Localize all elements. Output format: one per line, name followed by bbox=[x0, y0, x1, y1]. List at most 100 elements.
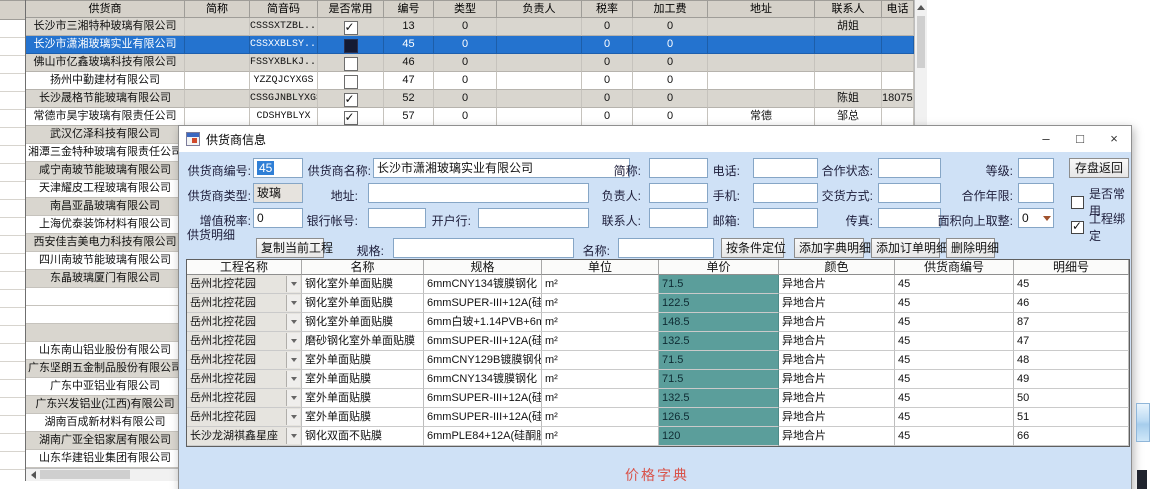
list-item[interactable]: 南昌亚晶玻璃有限公司 bbox=[26, 198, 185, 216]
list-item[interactable] bbox=[26, 324, 185, 342]
common-checkbox[interactable] bbox=[344, 75, 358, 89]
add-order-detail-button[interactable]: 添加订单明细 bbox=[871, 238, 940, 258]
list-item[interactable]: 山东华建铝业集团有限公司 bbox=[26, 450, 185, 468]
detail-cell[interactable]: 45 bbox=[895, 427, 1014, 446]
vertical-scroll-thumb[interactable] bbox=[917, 16, 925, 68]
list-item[interactable]: 武汉亿泽科技有限公司 bbox=[26, 126, 185, 144]
detail-cell[interactable]: 120 bbox=[659, 427, 779, 446]
horizontal-scroll-thumb[interactable] bbox=[40, 470, 130, 479]
chevron-down-icon[interactable] bbox=[286, 314, 300, 330]
detail-cell[interactable]: 6mmPLE84+12A(硅酮胶... bbox=[424, 427, 542, 446]
list-item[interactable]: 上海优泰装饰材料有限公司 bbox=[26, 216, 185, 234]
project-bind-checkbox[interactable] bbox=[1071, 221, 1084, 234]
detail-cell[interactable]: m² bbox=[542, 427, 659, 446]
list-item[interactable]: 广东中亚铝业有限公司 bbox=[26, 378, 185, 396]
detail-cell[interactable]: 室外单面贴膜 bbox=[302, 351, 424, 370]
detail-cell[interactable]: 钢化双面不贴膜 bbox=[302, 427, 424, 446]
chevron-down-icon[interactable] bbox=[286, 371, 300, 387]
minimize-button[interactable]: – bbox=[1029, 127, 1063, 151]
detail-cell[interactable]: m² bbox=[542, 313, 659, 332]
grid-column-header[interactable]: 类型 bbox=[434, 0, 497, 18]
grid-column-header[interactable]: 简称 bbox=[185, 0, 250, 18]
table-row[interactable]: 岳州北控花园钢化室外单面贴膜6mmCNY134镀膜钢化m²71.5异地合片454… bbox=[187, 275, 1129, 294]
manager-field[interactable] bbox=[649, 183, 708, 203]
detail-cell[interactable]: 异地合片 bbox=[779, 294, 895, 313]
detail-cell[interactable]: 45 bbox=[895, 332, 1014, 351]
list-item[interactable] bbox=[26, 306, 185, 324]
detail-cell[interactable]: 异地合片 bbox=[779, 275, 895, 294]
project-combobox[interactable]: 岳州北控花园 bbox=[187, 313, 302, 332]
table-row[interactable]: 岳州北控花园钢化室外单面贴膜6mmSUPER-III+12A(硅...m²122… bbox=[187, 294, 1129, 313]
detail-cell[interactable]: 6mmCNY134镀膜钢化 bbox=[424, 275, 542, 294]
list-item[interactable]: 天津耀皮工程玻璃有限公司 bbox=[26, 180, 185, 198]
detail-cell[interactable]: 异地合片 bbox=[779, 370, 895, 389]
detail-cell[interactable]: 6mmCNY134镀膜钢化 bbox=[424, 370, 542, 389]
detail-cell[interactable]: 45 bbox=[895, 408, 1014, 427]
table-row[interactable]: 常德市昊宇玻璃有限责任公司CDSHYBLYX57000常德邹总 bbox=[26, 108, 914, 126]
table-row[interactable]: 岳州北控花园室外单面贴膜6mmSUPER-III+12A(硅...m²132.5… bbox=[187, 389, 1129, 408]
detail-cell[interactable]: 异地合片 bbox=[779, 408, 895, 427]
grid-column-header[interactable]: 供货商 bbox=[26, 0, 185, 18]
table-row[interactable]: 佛山市亿鑫玻璃科技有限公司FSSYXBLKJ...46000 bbox=[26, 54, 914, 72]
detail-cell[interactable]: m² bbox=[542, 389, 659, 408]
detail-cell[interactable]: 6mmSUPER-III+12A(硅... bbox=[424, 389, 542, 408]
detail-cell[interactable]: 异地合片 bbox=[779, 332, 895, 351]
scroll-up-icon[interactable] bbox=[915, 0, 927, 14]
chevron-down-icon[interactable] bbox=[286, 276, 300, 292]
list-item[interactable]: 四川南玻节能玻璃有限公司 bbox=[26, 252, 185, 270]
project-combobox[interactable]: 岳州北控花园 bbox=[187, 389, 302, 408]
address-field[interactable] bbox=[368, 183, 589, 203]
detail-column-header[interactable]: 单位 bbox=[542, 260, 659, 275]
common-checkbox[interactable] bbox=[344, 111, 358, 125]
list-item[interactable]: 咸宁南玻节能玻璃有限公司 bbox=[26, 162, 185, 180]
list-item[interactable]: 湖南广亚全铝家居有限公司 bbox=[26, 432, 185, 450]
project-combobox[interactable]: 岳州北控花园 bbox=[187, 351, 302, 370]
detail-cell[interactable]: 46 bbox=[1014, 294, 1129, 313]
project-combobox[interactable]: 岳州北控花园 bbox=[187, 294, 302, 313]
detail-cell[interactable]: 132.5 bbox=[659, 332, 779, 351]
detail-column-header[interactable]: 工程名称 bbox=[187, 260, 302, 275]
project-combobox[interactable]: 岳州北控花园 bbox=[187, 332, 302, 351]
detail-cell[interactable]: m² bbox=[542, 294, 659, 313]
detail-cell[interactable]: 71.5 bbox=[659, 351, 779, 370]
detail-cell[interactable]: 室外单面贴膜 bbox=[302, 370, 424, 389]
table-row[interactable]: 岳州北控花园室外单面贴膜6mmCNY129B镀膜钢化m²71.5异地合片4548 bbox=[187, 351, 1129, 370]
detail-cell[interactable]: 异地合片 bbox=[779, 313, 895, 332]
detail-cell[interactable]: 45 bbox=[1014, 275, 1129, 294]
common-checkbox[interactable] bbox=[344, 57, 358, 71]
list-item[interactable]: 湖南百成新材料有限公司 bbox=[26, 414, 185, 432]
detail-cell[interactable]: 异地合片 bbox=[779, 427, 895, 446]
detail-cell[interactable]: 50 bbox=[1014, 389, 1129, 408]
detail-column-header[interactable]: 明细号 bbox=[1014, 260, 1129, 275]
spec-filter-input[interactable] bbox=[393, 238, 574, 258]
list-item[interactable]: 东晶玻璃厦门有限公司 bbox=[26, 270, 185, 288]
detail-cell[interactable]: 6mmSUPER-III+12A(硅... bbox=[424, 294, 542, 313]
round-up-combobox[interactable]: 0 bbox=[1018, 208, 1054, 228]
grid-column-header[interactable]: 是否常用 bbox=[318, 0, 384, 18]
name-filter-input[interactable] bbox=[618, 238, 714, 258]
detail-cell[interactable]: 47 bbox=[1014, 332, 1129, 351]
chevron-down-icon[interactable] bbox=[286, 390, 300, 406]
detail-cell[interactable]: 148.5 bbox=[659, 313, 779, 332]
grid-column-header[interactable]: 负责人 bbox=[497, 0, 582, 18]
table-row[interactable]: 扬州中勤建材有限公司YZZQJCYXGS47000 bbox=[26, 72, 914, 90]
table-row[interactable]: 长沙龙湖祺鑫星座钢化双面不贴膜6mmPLE84+12A(硅酮胶...m²120异… bbox=[187, 427, 1129, 446]
detail-cell[interactable]: 异地合片 bbox=[779, 351, 895, 370]
table-row[interactable]: 岳州北控花园钢化室外单面贴膜6mm白玻+1.14PVB+6mm...m²148.… bbox=[187, 313, 1129, 332]
list-item[interactable] bbox=[26, 288, 185, 306]
bank-account-field[interactable] bbox=[368, 208, 426, 228]
detail-column-header[interactable]: 颜色 bbox=[779, 260, 895, 275]
table-row[interactable]: 长沙晟格节能玻璃有限公司CSSGJNBLYXGS52000陈姐180751 bbox=[26, 90, 914, 108]
dialog-titlebar[interactable]: 供货商信息 – □ × bbox=[179, 126, 1131, 152]
chevron-down-icon[interactable] bbox=[286, 428, 300, 444]
detail-cell[interactable]: m² bbox=[542, 408, 659, 427]
common-checkbox[interactable] bbox=[344, 39, 358, 53]
bank-field[interactable] bbox=[478, 208, 589, 228]
detail-cell[interactable]: 45 bbox=[895, 351, 1014, 370]
project-combobox[interactable]: 岳州北控花园 bbox=[187, 370, 302, 389]
detail-cell[interactable]: 45 bbox=[895, 389, 1014, 408]
detail-column-header[interactable]: 规格 bbox=[424, 260, 542, 275]
table-row[interactable]: 长沙市三湘特种玻璃有限公司CSSSXTZBL...13000胡姐 bbox=[26, 18, 914, 36]
detail-column-header[interactable]: 名称 bbox=[302, 260, 424, 275]
chevron-down-icon[interactable] bbox=[286, 409, 300, 425]
